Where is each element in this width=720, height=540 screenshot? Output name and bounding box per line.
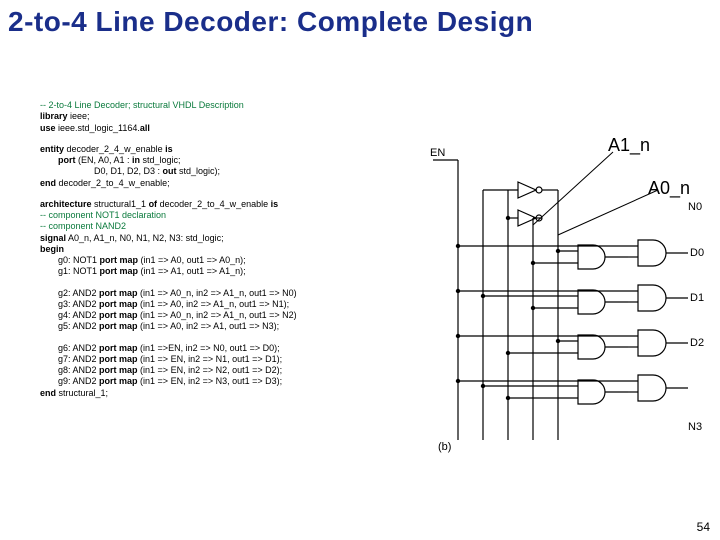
code-text: (in1 => A0, out1 => A0_n); (138, 255, 246, 265)
code-text: g7: AND2 (58, 354, 99, 364)
code-text: (in1 => A0, in2 => A1, out1 => N3); (138, 321, 280, 331)
code-text: D0, D1, D2, D3 : (94, 166, 163, 176)
diagram-label-d1: D1 (690, 292, 704, 304)
code-text: g9: AND2 (58, 376, 99, 386)
kw-entity: entity (40, 144, 64, 154)
code-text: structural1_1 (92, 199, 149, 209)
kw-out: out (163, 166, 177, 176)
code-text: g6: AND2 (58, 343, 99, 353)
code-text: (in1 => EN, in2 => N3, out1 => D3); (138, 376, 283, 386)
code-text: ieee.std_logic_1164. (56, 123, 140, 133)
page-number: 54 (697, 520, 710, 534)
diagram-label-b: (b) (438, 441, 451, 453)
code-comment: -- 2-to-4 Line Decoder; structural VHDL … (40, 100, 244, 110)
code-text: structural_1; (56, 388, 108, 398)
kw-portmap: port map (99, 354, 138, 364)
kw-portmap: port map (99, 376, 138, 386)
diagram-label-n3: N3 (688, 421, 702, 433)
diagram-label-d0: D0 (690, 247, 704, 259)
code-text: g1: NOT1 (58, 266, 100, 276)
kw-library: library (40, 111, 68, 121)
code-text: (in1 => A0_n, in2 => A1_n, out1 => N0) (138, 288, 297, 298)
diagram-label-en: EN (430, 147, 445, 159)
kw-in: in (132, 155, 140, 165)
code-text: g3: AND2 (58, 299, 99, 309)
code-comment: -- component NOT1 declaration (40, 210, 166, 220)
code-text: g5: AND2 (58, 321, 99, 331)
code-text: (in1 => EN, in2 => N2, out1 => D2); (138, 365, 283, 375)
code-text: ieee; (68, 111, 90, 121)
kw-architecture: architecture (40, 199, 92, 209)
code-comment: -- component NAND2 (40, 221, 126, 231)
kw-portmap: port map (99, 321, 138, 331)
kw-of: of (149, 199, 158, 209)
code-text: decoder_2_to_4_w_enable; (56, 178, 170, 188)
kw-begin: begin (40, 244, 64, 254)
code-text: g4: AND2 (58, 310, 99, 320)
kw-is: is (165, 144, 173, 154)
kw-portmap: port map (99, 343, 138, 353)
kw-portmap: port map (99, 299, 138, 309)
code-text: decoder_2_to_4_w_enable (157, 199, 271, 209)
code-text: (in1 => A0_n, in2 => A1_n, out1 => N2) (138, 310, 297, 320)
kw-portmap: port map (100, 266, 139, 276)
kw-end: end (40, 388, 56, 398)
circuit-diagram: EN N0 D0 D1 D2 N3 (b) (428, 140, 708, 460)
kw-portmap: port map (99, 288, 138, 298)
code-text: (in1 => A0, in2 => A1_n, out1 => N1); (138, 299, 290, 309)
kw-portmap: port map (99, 310, 138, 320)
kw-use: use (40, 123, 56, 133)
kw-port: port (58, 155, 76, 165)
kw-portmap: port map (99, 365, 138, 375)
diagram-label-d2: D2 (690, 337, 704, 349)
kw-end: end (40, 178, 56, 188)
kw-all: all (140, 123, 150, 133)
kw-is: is (271, 199, 279, 209)
code-text: (in1 => EN, in2 => N1, out1 => D1); (138, 354, 283, 364)
code-text: A0_n, A1_n, N0, N1, N2, N3: std_logic; (66, 233, 224, 243)
page-title: 2-to-4 Line Decoder: Complete Design (0, 0, 720, 38)
code-text: std_logic); (177, 166, 221, 176)
code-text: (EN, A0, A1 : (76, 155, 133, 165)
code-text: g2: AND2 (58, 288, 99, 298)
kw-signal: signal (40, 233, 66, 243)
vhdl-code-block: -- 2-to-4 Line Decoder; structural VHDL … (40, 100, 440, 409)
code-text: g0: NOT1 (58, 255, 100, 265)
code-text: (in1 =>EN, in2 => N0, out1 => D0); (138, 343, 280, 353)
code-text: decoder_2_4_w_enable (64, 144, 165, 154)
code-text: (in1 => A1, out1 => A1_n); (138, 266, 246, 276)
code-text: std_logic; (140, 155, 181, 165)
code-text: g8: AND2 (58, 365, 99, 375)
diagram-label-n0: N0 (688, 201, 702, 213)
kw-portmap: port map (100, 255, 139, 265)
